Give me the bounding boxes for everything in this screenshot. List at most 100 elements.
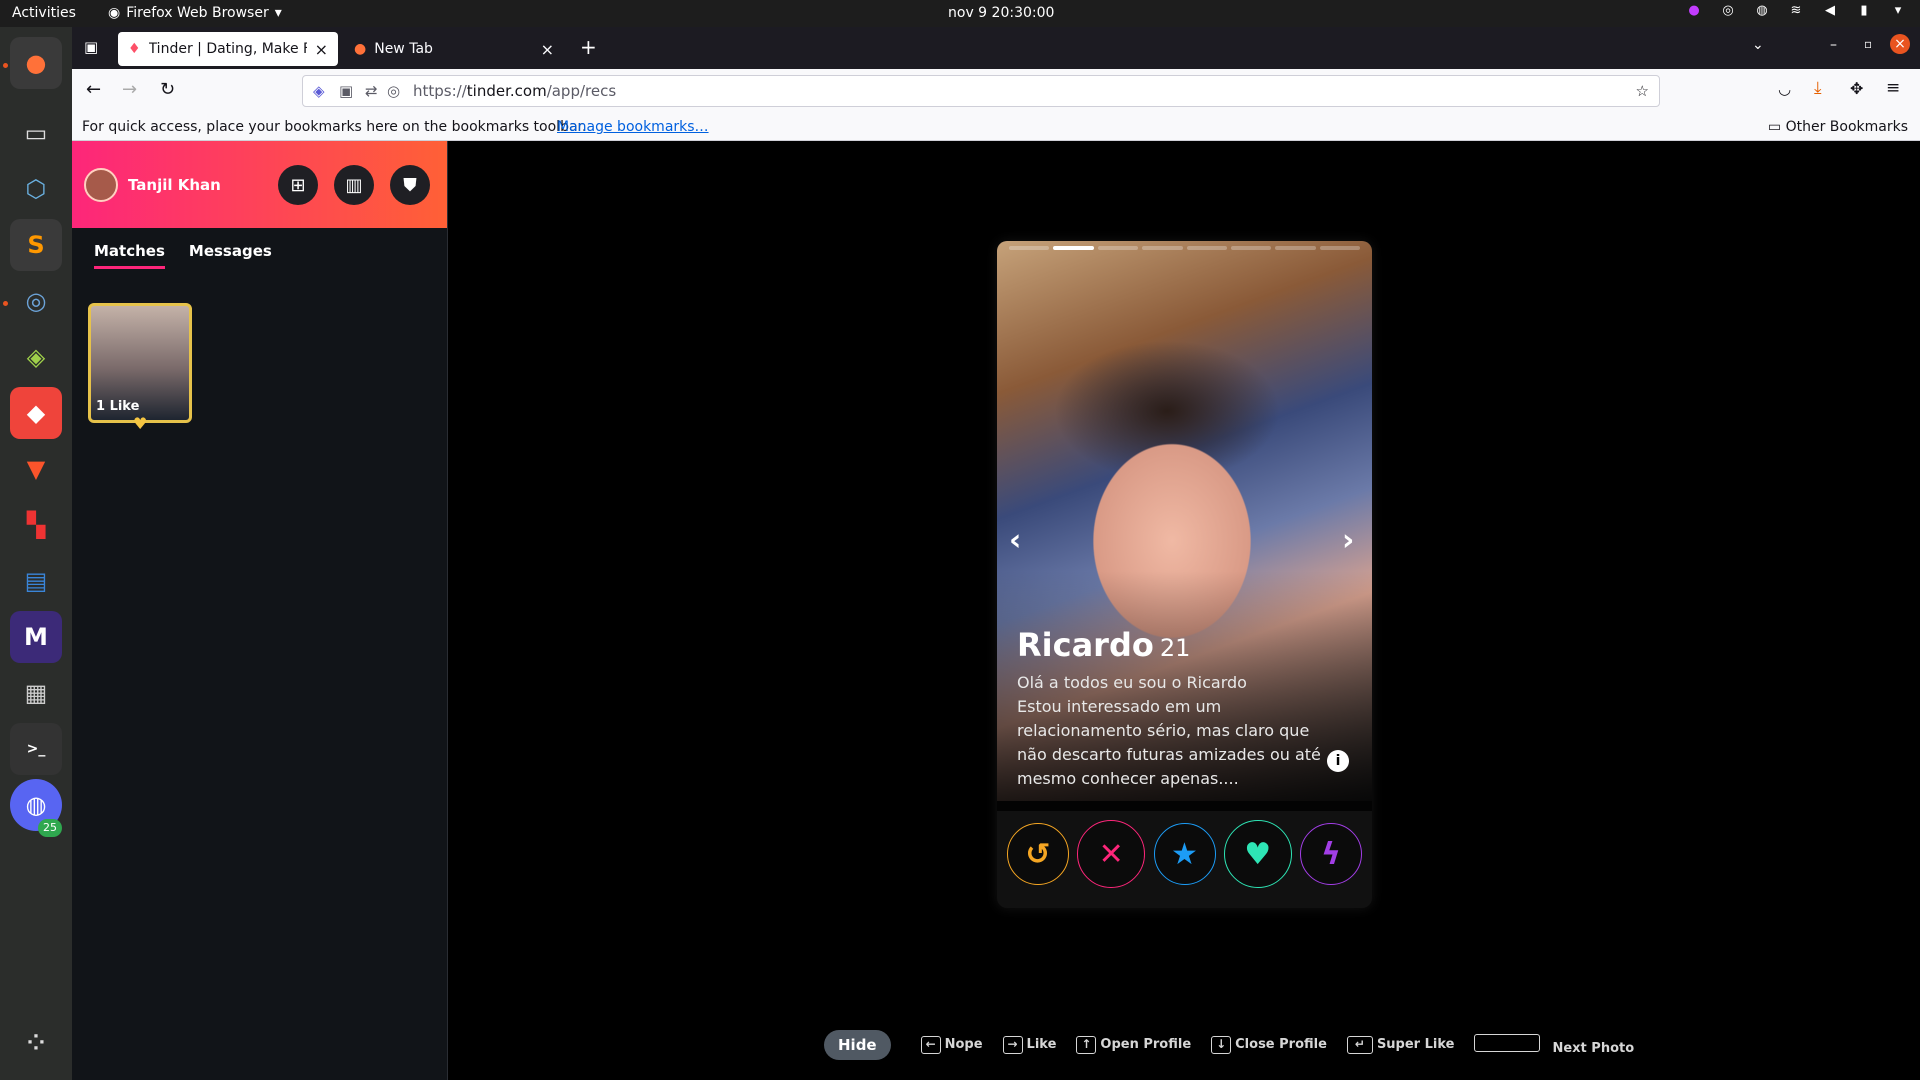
system-top-bar: Activities ◉ Firefox Web Browser ▾ nov 9 2… xyxy=(0,0,1920,27)
photo-progress-bar[interactable] xyxy=(1319,246,1360,250)
permissions-icon[interactable]: ⇄ xyxy=(365,82,378,100)
photo-progress-bar[interactable] xyxy=(1097,246,1139,250)
dock-brave-icon[interactable]: ▼ xyxy=(10,443,62,495)
bio-line-1: Olá a todos eu sou o Ricardo xyxy=(1017,673,1247,692)
photo-progress-bar[interactable] xyxy=(1053,246,1094,250)
next-photo-icon[interactable]: › xyxy=(1342,523,1354,558)
shortcut-nope: ← Nope xyxy=(920,1036,983,1054)
volume-icon[interactable]: ◀ xyxy=(1822,3,1838,19)
keyboard-shortcuts-bar: Hide ← Nope → Like ↑ Open Profile ↓ Close Pr… xyxy=(824,1030,1634,1060)
dock-colorful-app-icon[interactable]: ▚ xyxy=(10,499,62,551)
app-menu[interactable]: ◉ Firefox Web Browser ▾ xyxy=(108,5,282,21)
user-name[interactable]: Tanjil Khan xyxy=(128,176,221,194)
location-icon[interactable]: ◎ xyxy=(387,82,400,100)
new-tab-icon[interactable]: + xyxy=(580,35,597,59)
photo-progress-bar[interactable] xyxy=(1230,246,1272,250)
pocket-icon[interactable]: ◡ xyxy=(1778,80,1791,98)
profile-age: 21 xyxy=(1159,634,1191,662)
like-button[interactable]: ♥ xyxy=(1223,820,1292,888)
photo-progress-bar[interactable] xyxy=(1142,246,1183,250)
extensions-icon[interactable]: ✥ xyxy=(1850,79,1863,98)
dock-virtualbox-icon[interactable]: ⬡ xyxy=(10,163,62,215)
power-menu-icon[interactable]: ▾ xyxy=(1890,3,1906,19)
dock-steam-icon[interactable]: ◎ xyxy=(10,275,62,327)
manage-bookmarks-link[interactable]: Manage bookmarks… xyxy=(557,119,709,135)
other-bookmarks[interactable]: ▭ Other Bookmarks xyxy=(1768,119,1908,135)
url-prefix: https:// xyxy=(413,82,467,100)
right-arrow-key-icon: → xyxy=(1002,1036,1023,1054)
maximize-icon[interactable]: ▫ xyxy=(1864,37,1872,51)
left-arrow-key-icon: ← xyxy=(920,1036,941,1054)
dock-files-icon[interactable]: ▭ xyxy=(10,107,62,159)
tab-new-tab[interactable]: ● New Tab × xyxy=(344,32,564,66)
tab-messages[interactable]: Messages xyxy=(189,242,272,269)
folder-icon: ▭ xyxy=(1767,119,1782,135)
reload-icon[interactable]: ↻ xyxy=(160,79,175,100)
dock-m-app-icon[interactable]: M xyxy=(10,611,62,663)
previous-photo-icon[interactable]: ‹ xyxy=(1009,523,1021,558)
tab-matches[interactable]: Matches xyxy=(94,242,165,269)
tinder-flame-icon: ♦ xyxy=(128,41,141,57)
lock-icon[interactable]: ▣ xyxy=(339,82,353,100)
super-like-button[interactable]: ★ xyxy=(1153,823,1216,885)
safety-button[interactable]: ⛊ xyxy=(390,165,430,205)
shortcut-close-profile: ↓ Close Profile xyxy=(1211,1036,1327,1054)
profile-name: Ricardo xyxy=(1017,626,1154,664)
shortcut-next-photo: Next Photo xyxy=(1474,1034,1634,1056)
lightning-icon: ϟ xyxy=(1321,836,1341,872)
app-indicator-icon[interactable]: ● xyxy=(1686,3,1702,19)
dock-calculator-icon[interactable]: ▦ xyxy=(10,667,62,719)
dock-terminal-icon[interactable]: >_ xyxy=(10,723,62,775)
menu-icon[interactable]: ≡ xyxy=(1886,78,1900,98)
forward-icon[interactable]: → xyxy=(122,79,137,100)
shop-button[interactable]: ▥ xyxy=(334,165,374,205)
running-indicator xyxy=(3,63,8,68)
dock-gis-icon[interactable]: ◈ xyxy=(10,331,62,383)
app-grid-icon[interactable]: ⁘ xyxy=(10,1017,62,1069)
steam-tray-icon[interactable]: ◎ xyxy=(1720,3,1736,19)
tracking-shield-icon[interactable]: ◈ xyxy=(313,82,325,100)
user-avatar[interactable] xyxy=(84,167,118,202)
photo-progress-bar[interactable] xyxy=(1186,246,1227,250)
dock-firefox-icon[interactable]: ● xyxy=(10,37,62,89)
close-window-icon[interactable]: × xyxy=(1890,34,1910,54)
photo-progress-bar[interactable] xyxy=(1009,246,1050,250)
tab-tinder[interactable]: ♦ Tinder | Dating, Make Fri × xyxy=(118,32,338,66)
shortcut-like: → Like xyxy=(1002,1036,1056,1054)
explore-button[interactable]: ⊞ xyxy=(278,165,318,205)
sidebar-header: Tanjil Khan ⊞ ▥ ⛊ xyxy=(72,141,447,228)
battery-icon[interactable]: ▮ xyxy=(1856,3,1872,19)
nope-button[interactable]: ✕ xyxy=(1077,820,1146,888)
shortcut-super-like: ↵ Super Like xyxy=(1346,1036,1454,1054)
close-tab-icon[interactable]: × xyxy=(541,40,554,59)
profile-card[interactable]: ‹ › Ricardo 21 Olá a todos eu sou o Ricar… xyxy=(997,241,1372,908)
photo-progress-bar[interactable] xyxy=(1275,246,1316,250)
back-icon[interactable]: ← xyxy=(86,79,101,100)
minimize-icon[interactable]: – xyxy=(1830,37,1837,53)
tab-overview-icon[interactable]: ▣ xyxy=(84,38,98,56)
list-all-tabs-icon[interactable]: ⌄ xyxy=(1752,37,1764,53)
dock-sublime-icon[interactable]: S xyxy=(10,219,62,271)
sidebar-tabs: Matches Messages xyxy=(72,228,447,269)
discord-tray-icon[interactable]: ◍ xyxy=(1754,3,1770,19)
dock-anydesk-icon[interactable]: ◆ xyxy=(10,387,62,439)
likes-you-card[interactable]: 1 Like xyxy=(88,303,192,423)
hide-shortcuts-button[interactable]: Hide xyxy=(824,1030,891,1060)
activities-button[interactable]: Activities xyxy=(12,5,76,21)
url-bar[interactable]: ◈ ▣ ⇄ ◎ https://tinder.com/app/recs ☆ xyxy=(302,75,1660,107)
profile-name-age[interactable]: Ricardo 21 xyxy=(1017,626,1190,664)
up-arrow-key-icon: ↑ xyxy=(1076,1036,1097,1054)
system-tray[interactable]: ● ◎ ◍ ≋ ◀ ▮ ▾ xyxy=(1686,3,1906,19)
close-tab-icon[interactable]: × xyxy=(315,40,328,59)
boost-button[interactable]: ϟ xyxy=(1300,823,1362,885)
rewind-button[interactable]: ↺ xyxy=(1007,823,1069,885)
dock-writer-icon[interactable]: ▤ xyxy=(10,555,62,607)
bookmarks-hint: For quick access, place your bookmarks h… xyxy=(82,119,587,135)
close-x-icon: ✕ xyxy=(1098,836,1124,872)
bookmark-star-icon[interactable]: ☆ xyxy=(1636,82,1649,100)
info-icon[interactable]: i xyxy=(1327,750,1349,772)
clock[interactable]: nov 9 20:30:00 xyxy=(948,5,1054,21)
profile-bio: Olá a todos eu sou o Ricardo Estou inter… xyxy=(1017,671,1337,791)
wifi-icon[interactable]: ≋ xyxy=(1788,3,1804,19)
downloads-icon[interactable]: ⤓ xyxy=(1814,78,1822,98)
